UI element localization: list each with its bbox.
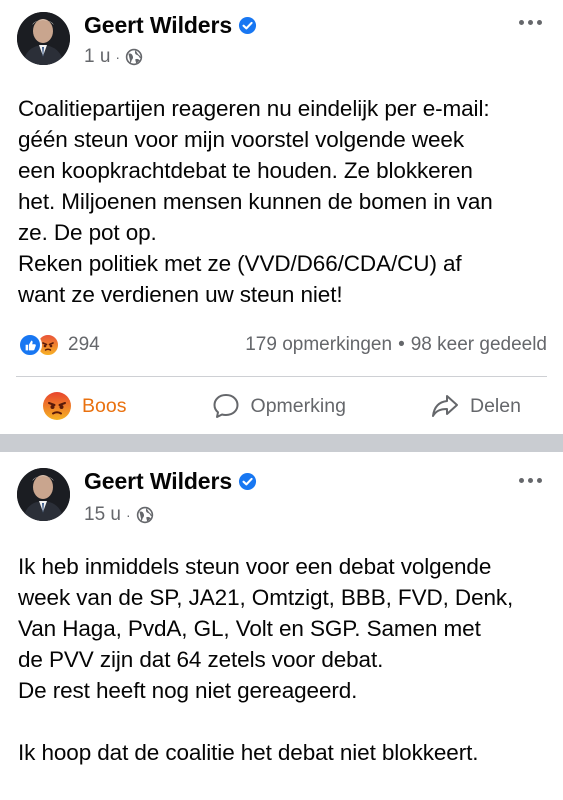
- comment-bubble-icon: [213, 394, 239, 418]
- comment-button[interactable]: Opmerking: [201, 387, 356, 425]
- reaction-count: 294: [68, 334, 100, 355]
- react-button[interactable]: Boos: [32, 387, 136, 425]
- post-actions: Boos Opmerking Delen: [0, 384, 563, 428]
- more-options-icon[interactable]: [515, 12, 545, 32]
- shares-count-link[interactable]: 98 keer gedeeld: [411, 334, 547, 356]
- post-text-line: Ik hoop dat de coalitie het debat niet b…: [18, 740, 479, 765]
- share-arrow-icon: [431, 395, 458, 417]
- comment-share-stats: 179 opmerkingen • 98 keer gedeeld: [245, 334, 547, 356]
- post-text-line: Coalitiepartijen reageren nu eindelijk p…: [18, 96, 490, 121]
- post-text-line: ze. De pot op.: [18, 220, 157, 245]
- share-button-label: Delen: [469, 394, 521, 417]
- comment-button-label: Opmerking: [250, 394, 346, 417]
- post-body: Coalitiepartijen reageren nu eindelijk p…: [18, 93, 549, 310]
- post-text-line: een koopkrachtdebat te houden. Ze blokke…: [18, 158, 473, 183]
- post-body: Ik heb inmiddels steun voor een debat vo…: [18, 551, 549, 768]
- post-text-line: Ik heb inmiddels steun voor een debat vo…: [18, 554, 492, 579]
- post-text-blank-line: [18, 706, 549, 737]
- reaction-icons: [18, 333, 62, 357]
- post-card-1: Geert Wilders 1 u · Coalitiepartijen rea…: [0, 0, 563, 434]
- globe-icon: [136, 506, 153, 524]
- post-text-line: het. Miljoenen mensen kunnen de bomen in…: [18, 189, 493, 214]
- like-reaction-icon: [18, 333, 42, 357]
- post-text-line: de PVV zijn dat 64 zetels voor debat.: [18, 647, 384, 672]
- react-button-label: Boos: [82, 394, 127, 417]
- comments-count-link[interactable]: 179 opmerkingen: [245, 334, 392, 356]
- author-header: Geert Wilders: [84, 468, 257, 495]
- verified-badge-icon: [238, 16, 257, 35]
- divider: [16, 376, 547, 377]
- share-button[interactable]: Delen: [420, 387, 531, 425]
- post-text-line: Reken politiek met ze (VVD/D66/CDA/CU) a…: [18, 251, 462, 276]
- post-text-line: want ze verdienen uw steun niet!: [18, 282, 343, 307]
- stats-separator: •: [398, 334, 405, 355]
- post-text-line: De rest heeft nog niet gereageerd.: [18, 678, 358, 703]
- angry-reaction-icon: [43, 392, 72, 420]
- reactions-summary[interactable]: 294: [18, 333, 100, 357]
- more-options-icon[interactable]: [515, 470, 545, 490]
- meta-separator: ·: [125, 507, 131, 523]
- author-name[interactable]: Geert Wilders: [84, 12, 232, 39]
- author-header: Geert Wilders: [84, 12, 257, 39]
- author-avatar[interactable]: [17, 468, 70, 521]
- post-text-line: géén steun voor mijn voorstel volgende w…: [18, 127, 464, 152]
- post-meta: 15 u ·: [84, 504, 154, 526]
- post-card-2: Geert Wilders 15 u · Ik heb inmiddels st…: [0, 452, 563, 800]
- author-avatar[interactable]: [17, 12, 70, 65]
- post-timestamp[interactable]: 15 u: [84, 504, 121, 526]
- post-meta: 1 u ·: [84, 46, 143, 68]
- feed-separator: [0, 434, 563, 452]
- globe-icon: [125, 48, 143, 66]
- meta-separator: ·: [115, 49, 121, 65]
- engagement-stats: 294 179 opmerkingen • 98 keer gedeeld: [18, 330, 547, 360]
- verified-badge-icon: [238, 472, 257, 491]
- post-text-line: Van Haga, PvdA, GL, Volt en SGP. Samen m…: [18, 616, 481, 641]
- post-text-line: week van de SP, JA21, Omtzigt, BBB, FVD,…: [18, 585, 514, 610]
- post-timestamp[interactable]: 1 u: [84, 46, 110, 68]
- author-name[interactable]: Geert Wilders: [84, 468, 232, 495]
